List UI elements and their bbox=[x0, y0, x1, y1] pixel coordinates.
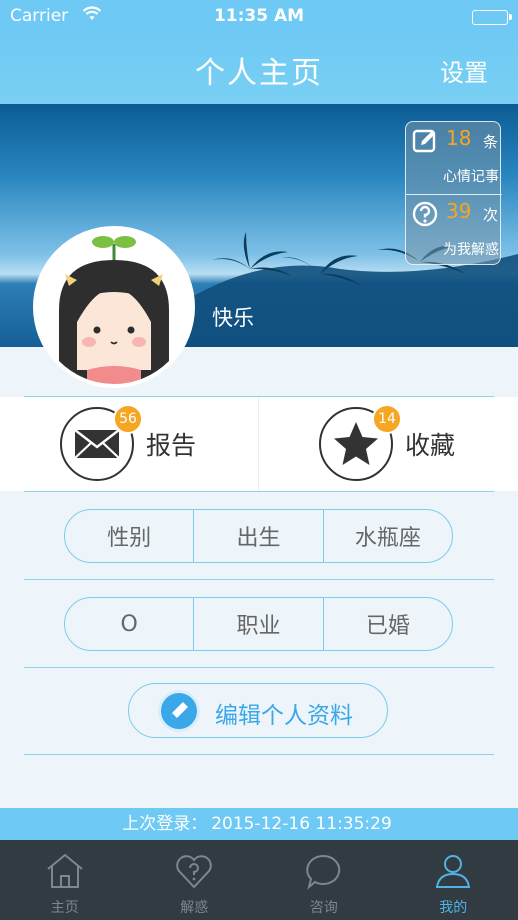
birth-field[interactable]: 出生 bbox=[193, 510, 322, 562]
favorites-badge: 14 bbox=[372, 404, 402, 434]
tab-answers[interactable]: 解惑 bbox=[130, 840, 260, 920]
pencil-icon bbox=[158, 690, 200, 732]
info-row-1: 性别 出生 水瓶座 bbox=[64, 509, 453, 563]
edit-profile-button[interactable]: 编辑个人资料 bbox=[128, 683, 388, 738]
last-login-label: 上次登录： bbox=[122, 814, 208, 834]
zodiac-field[interactable]: 水瓶座 bbox=[322, 510, 452, 562]
answers-unit: 次 bbox=[482, 206, 498, 224]
tab-home-label: 主页 bbox=[50, 900, 79, 916]
home-icon bbox=[47, 853, 83, 888]
question-circle-icon bbox=[412, 201, 438, 227]
favorites-button[interactable]: 14 收藏 bbox=[259, 397, 517, 491]
avatar[interactable] bbox=[33, 226, 195, 388]
mood-notes-stat[interactable]: 18 条 心情记事 bbox=[406, 122, 502, 194]
edit-note-icon bbox=[412, 128, 438, 154]
tab-home[interactable]: 主页 bbox=[0, 840, 130, 920]
mood-notes-unit: 条 bbox=[482, 133, 498, 151]
mood-notes-label: 心情记事 bbox=[443, 169, 499, 185]
report-badge: 56 bbox=[113, 404, 143, 434]
heart-question-icon bbox=[176, 855, 212, 889]
person-icon bbox=[436, 855, 471, 888]
battery-icon bbox=[472, 10, 512, 25]
status-time: 11:35 AM bbox=[213, 6, 305, 26]
tab-mine-label: 我的 bbox=[439, 900, 468, 916]
divider bbox=[24, 396, 494, 397]
stats-panel: 18 条 心情记事 39 次 为我解惑 bbox=[405, 121, 502, 266]
navigation-bar: 个人主页 设置 bbox=[0, 34, 518, 104]
report-button[interactable]: 56 报告 bbox=[0, 397, 258, 491]
divider bbox=[24, 579, 494, 580]
tab-answers-label: 解惑 bbox=[180, 900, 209, 916]
marital-status-field[interactable]: 已婚 bbox=[322, 598, 452, 650]
settings-button[interactable]: 设置 bbox=[440, 53, 488, 88]
divider bbox=[24, 491, 494, 492]
tab-bar: 主页 解惑 咨询 我的 bbox=[0, 840, 518, 920]
occupation-field[interactable]: 职业 bbox=[193, 598, 322, 650]
actions-row: 56 报告 14 收藏 bbox=[0, 397, 518, 491]
tab-mine[interactable]: 我的 bbox=[389, 840, 518, 920]
gender-field[interactable]: 性别 bbox=[65, 510, 193, 562]
tab-consult-label: 咨询 bbox=[309, 900, 338, 916]
divider bbox=[24, 667, 494, 668]
edit-profile-label: 编辑个人资料 bbox=[215, 703, 353, 729]
info-row-2: O 职业 已婚 bbox=[64, 597, 453, 651]
last-login-time: 2015-12-16 11:35:29 bbox=[211, 814, 392, 834]
status-bar: Carrier 11:35 AM bbox=[0, 0, 518, 34]
answers-label: 为我解惑 bbox=[443, 242, 499, 258]
divider bbox=[24, 754, 494, 755]
last-login-bar: 上次登录： 2015-12-16 11:35:29 bbox=[0, 808, 518, 840]
tab-consult[interactable]: 咨询 bbox=[259, 840, 389, 920]
mood-notes-count: 18 bbox=[446, 126, 472, 150]
favorites-label: 收藏 bbox=[405, 431, 456, 460]
chat-bubble-icon bbox=[306, 854, 340, 890]
username: 快乐 bbox=[212, 306, 254, 330]
blood-type-field[interactable]: O bbox=[65, 598, 193, 650]
answers-stat[interactable]: 39 次 为我解惑 bbox=[406, 194, 502, 266]
answers-count: 39 bbox=[446, 199, 472, 223]
report-label: 报告 bbox=[146, 431, 197, 460]
